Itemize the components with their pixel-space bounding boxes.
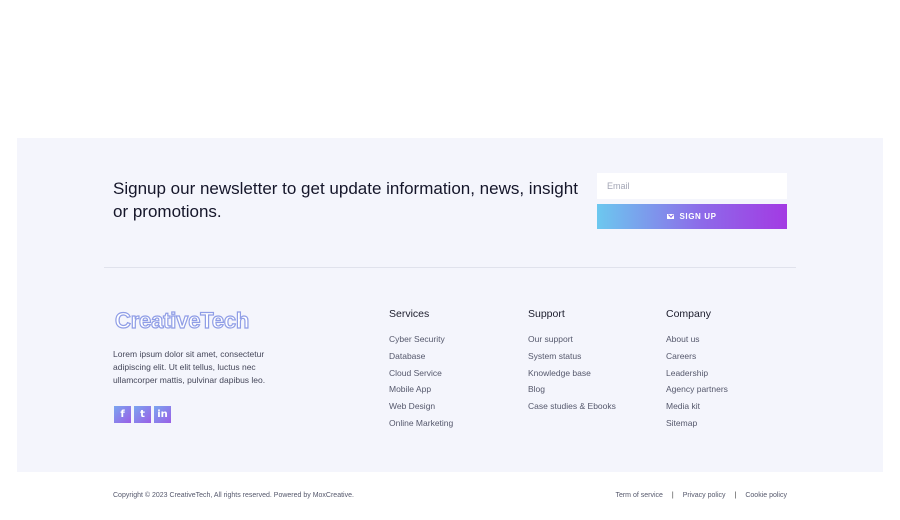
support-link-case-studies[interactable]: Case studies & Ebooks — [528, 398, 616, 415]
sign-up-button[interactable]: SIGN UP — [597, 204, 787, 229]
term-of-service-link[interactable]: Term of service — [615, 491, 662, 501]
support-link-our-support[interactable]: Our support — [528, 331, 616, 348]
email-field[interactable] — [597, 173, 787, 199]
company-link-about-us[interactable]: About us — [666, 331, 728, 348]
support-link-knowledge-base[interactable]: Knowledge base — [528, 365, 616, 382]
support-column: Support Our support System status Knowle… — [528, 307, 616, 415]
copyright-text: Copyright © 2023 CreativeTech, All right… — [113, 492, 354, 499]
facebook-icon[interactable]: f — [114, 406, 131, 423]
privacy-policy-link[interactable]: Privacy policy — [683, 491, 726, 501]
twitter-icon[interactable]: t — [134, 406, 151, 423]
support-link-system-status[interactable]: System status — [528, 348, 616, 365]
services-column: Services Cyber Security Database Cloud S… — [389, 307, 453, 432]
services-link-cloud-service[interactable]: Cloud Service — [389, 365, 453, 382]
company-link-careers[interactable]: Careers — [666, 348, 728, 365]
company-link-media-kit[interactable]: Media kit — [666, 398, 728, 415]
linkedin-icon[interactable]: in — [154, 406, 171, 423]
separator: | — [734, 492, 737, 499]
services-link-mobile-app[interactable]: Mobile App — [389, 381, 453, 398]
divider — [104, 267, 796, 268]
about-text: Lorem ipsum dolor sit amet, consectetur … — [113, 349, 266, 385]
services-link-database[interactable]: Database — [389, 348, 453, 365]
company-heading: Company — [666, 308, 711, 320]
services-link-web-design[interactable]: Web Design — [389, 398, 453, 415]
cookie-policy-link[interactable]: Cookie policy — [745, 491, 787, 501]
company-column: Company About us Careers Leadership Agen… — [666, 307, 728, 432]
company-link-sitemap[interactable]: Sitemap — [666, 415, 728, 432]
services-heading: Services — [389, 308, 430, 320]
services-link-online-marketing[interactable]: Online Marketing — [389, 415, 453, 432]
logo[interactable]: CreativeTech — [114, 307, 250, 334]
mail-icon — [667, 214, 675, 219]
social-links: f t in — [114, 406, 171, 423]
services-link-cyber-security[interactable]: Cyber Security — [389, 331, 453, 348]
company-link-agency-partners[interactable]: Agency partners — [666, 381, 728, 398]
company-link-leadership[interactable]: Leadership — [666, 365, 728, 382]
separator: | — [671, 492, 674, 499]
support-link-blog[interactable]: Blog — [528, 381, 616, 398]
legal-links: Term of service | Privacy policy | Cooki… — [615, 491, 787, 501]
support-heading: Support — [528, 308, 565, 320]
newsletter-heading: Signup our newsletter to get update info… — [113, 179, 578, 221]
sign-up-label: SIGN UP — [679, 212, 717, 221]
